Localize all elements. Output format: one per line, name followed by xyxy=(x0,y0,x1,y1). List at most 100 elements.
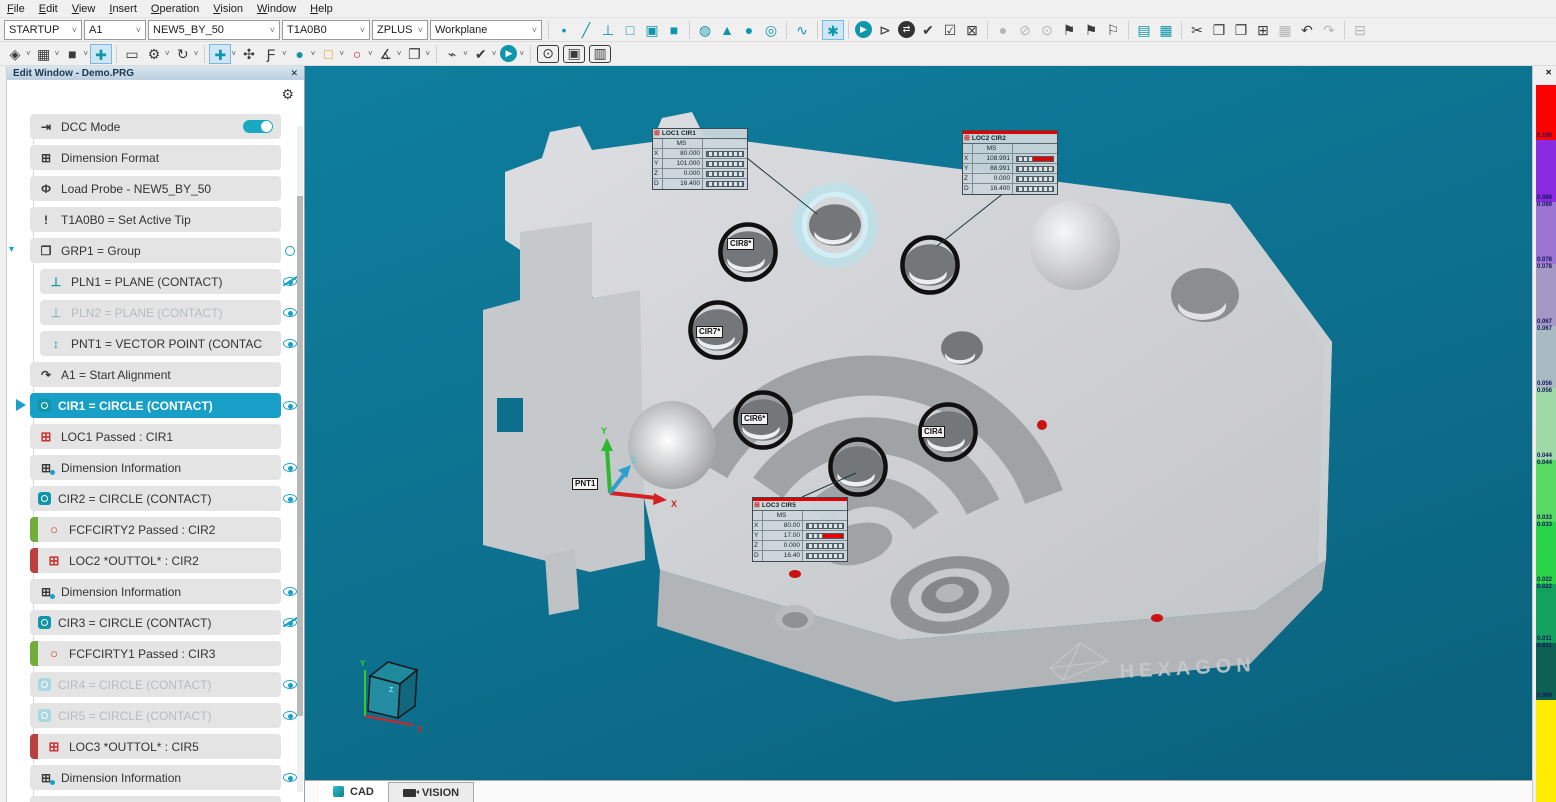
point-feature-icon[interactable]: • xyxy=(553,20,575,40)
chevron-down-icon[interactable]: ˅ xyxy=(532,25,537,35)
menu-item-view[interactable]: View xyxy=(65,0,103,18)
command-item[interactable]: CIR5 = CIRCLE (CONTACT) xyxy=(30,703,281,728)
eye-icon[interactable] xyxy=(283,306,298,319)
hole-top-right[interactable] xyxy=(902,237,957,292)
report-list-icon[interactable]: ▤ xyxy=(1133,20,1155,40)
command-item[interactable]: ΦLoad Probe - NEW5_BY_50 xyxy=(30,176,281,201)
bookmark-remove-icon[interactable]: ⚐ xyxy=(1102,20,1124,40)
eye-slash-icon[interactable] xyxy=(283,275,298,288)
dropdown-caret-icon[interactable]: ˅ xyxy=(368,49,373,58)
dropdown-caret-icon[interactable]: ˅ xyxy=(463,49,468,58)
eye-icon[interactable] xyxy=(283,399,298,412)
eye-icon[interactable] xyxy=(283,585,298,598)
feature-label-pnt1[interactable]: PNT1 xyxy=(572,478,598,490)
undo-icon[interactable]: ↶ xyxy=(1296,20,1318,40)
alignment-select[interactable]: A1˅ xyxy=(84,20,146,40)
command-item[interactable]: ⊞Dimension Format xyxy=(30,145,281,170)
circle-visibility-icon[interactable] xyxy=(283,244,298,257)
chevron-down-icon[interactable]: ˅ xyxy=(72,25,77,35)
mark-sets-icon[interactable]: ✔ xyxy=(470,44,492,64)
workplane-select[interactable]: Workplane˅ xyxy=(430,20,542,40)
rotate-view-icon[interactable]: ↻ xyxy=(172,44,194,64)
dropdown-caret-icon[interactable]: ˅ xyxy=(55,49,60,58)
menu-item-insert[interactable]: Insert xyxy=(102,0,144,18)
command-item[interactable]: ○FCFCIRTY1 Passed : CIR3 xyxy=(38,641,281,666)
curve-feature-icon[interactable]: ∿ xyxy=(791,20,813,40)
cylinder-feature-icon[interactable]: ◍ xyxy=(694,20,716,40)
dropdown-caret-icon[interactable]: ˅ xyxy=(311,49,316,58)
bookmark-add-icon[interactable]: ⚑ xyxy=(1080,20,1102,40)
menu-item-file[interactable]: File xyxy=(0,0,32,18)
camera-icon[interactable]: ⊙ xyxy=(537,45,559,63)
dropdown-caret-icon[interactable]: ˅ xyxy=(83,49,88,58)
tab-vision[interactable]: VISION xyxy=(388,782,474,802)
feature-label-cir6[interactable]: CIR6* xyxy=(741,413,768,425)
command-item[interactable]: ○FCFCIRTY2 Passed : CIR2 xyxy=(38,517,281,542)
optimize-path-icon[interactable]: ⚙ xyxy=(143,44,165,64)
square-feature-icon[interactable]: ■ xyxy=(663,20,685,40)
dropdown-caret-icon[interactable]: ˅ xyxy=(397,49,402,58)
feature-disabled-icon[interactable]: ⊘ xyxy=(1014,20,1036,40)
tip-select[interactable]: T1A0B0˅ xyxy=(282,20,370,40)
mark-icon[interactable]: ✔ xyxy=(917,20,939,40)
copy-pattern-icon[interactable]: ❐ xyxy=(403,44,425,64)
command-item[interactable]: ⇥DCC Mode xyxy=(30,114,281,139)
command-item[interactable]: ↕PNT1 = VECTOR POINT (CONTAC xyxy=(40,331,281,356)
dropdown-caret-icon[interactable]: ˅ xyxy=(231,49,236,58)
menu-item-operation[interactable]: Operation xyxy=(144,0,206,18)
slot-feature-icon[interactable]: ▣ xyxy=(641,20,663,40)
eye-icon[interactable] xyxy=(283,492,298,505)
sphere-tool-icon[interactable]: ● xyxy=(289,44,311,64)
hole-plain[interactable] xyxy=(941,331,983,365)
command-item[interactable]: ↷A1 = Start Alignment xyxy=(30,362,281,387)
graph-icon[interactable]: ∡ xyxy=(375,44,397,64)
view-orientation-icon[interactable]: ◈ xyxy=(4,44,26,64)
edit-window-header[interactable]: Edit Window - Demo.PRG ✕ xyxy=(7,66,304,80)
copy-icon[interactable]: ❐ xyxy=(1208,20,1230,40)
probe-select[interactable]: NEW5_BY_50˅ xyxy=(148,20,280,40)
eye-slash-icon[interactable] xyxy=(283,616,298,629)
feature-label-cir4[interactable]: CIR4 xyxy=(921,426,945,438)
close-icon[interactable]: ✕ xyxy=(290,68,298,79)
report-grid-icon[interactable]: ▦ xyxy=(1155,20,1177,40)
dropdown-caret-icon[interactable]: ˅ xyxy=(339,49,344,58)
bookmark-icon[interactable]: ⚑ xyxy=(1058,20,1080,40)
orientation-cube[interactable]: Y X Z xyxy=(360,659,423,734)
circle-feature-icon[interactable]: □ xyxy=(619,20,641,40)
loop-icon[interactable]: ⇄ xyxy=(898,21,915,38)
command-item[interactable]: CIR3 = CIRCLE (CONTACT) xyxy=(30,610,281,635)
analysis-window-icon[interactable]: ▥ xyxy=(589,45,611,63)
hole-cir5[interactable] xyxy=(830,439,885,494)
tolerance-zone-icon[interactable]: □ xyxy=(317,44,339,64)
circle-tool-icon[interactable]: ○ xyxy=(346,44,368,64)
command-item[interactable]: CIR2 = CIRCLE (CONTACT) xyxy=(30,486,281,511)
solid-view-icon[interactable]: ■ xyxy=(61,44,83,64)
command-item[interactable]: ⊞LOC2 *OUTTOL* : CIR2 xyxy=(38,548,281,573)
translate-icon[interactable]: ✚ xyxy=(209,44,231,64)
dropdown-caret-icon[interactable]: ˅ xyxy=(26,49,31,58)
chevron-down-icon[interactable]: ˅ xyxy=(418,25,423,35)
close-icon[interactable]: ✕ xyxy=(1545,68,1552,77)
dropdown-caret-icon[interactable]: ˅ xyxy=(519,49,524,58)
plane-feature-icon[interactable]: ⊥ xyxy=(597,20,619,40)
hole-cir8[interactable] xyxy=(720,224,775,279)
scrollbar-thumb[interactable] xyxy=(297,196,303,716)
dropdown-caret-icon[interactable]: ˅ xyxy=(194,49,199,58)
command-item[interactable]: ⊞Dimension Information xyxy=(30,765,281,790)
command-item[interactable]: CIR4 = CIRCLE (CONTACT) xyxy=(30,672,281,697)
paste-special-icon[interactable]: ⊞ xyxy=(1252,20,1274,40)
menu-item-help[interactable]: Help xyxy=(303,0,340,18)
pan-icon[interactable]: ✚ xyxy=(90,44,112,64)
feature-label-cir8[interactable]: CIR8* xyxy=(727,238,754,250)
feature-gray-icon[interactable]: ● xyxy=(992,20,1014,40)
command-item[interactable]: ⊞Dimension Information xyxy=(30,579,281,604)
feature-label-cir7[interactable]: CIR7* xyxy=(696,326,723,338)
goto-icon[interactable]: ⊙ xyxy=(1036,20,1058,40)
redo-icon[interactable]: ↷ xyxy=(1318,20,1340,40)
probe-readout-icon[interactable]: ▣ xyxy=(563,45,585,63)
mark-used-icon[interactable]: ☑ xyxy=(939,20,961,40)
execute-icon[interactable]: ▶ xyxy=(855,21,872,38)
dcc-mode-toggle[interactable] xyxy=(243,120,273,133)
chevron-down-icon[interactable]: ˅ xyxy=(360,25,365,35)
pattern-icon[interactable]: ▦ xyxy=(1274,20,1296,40)
